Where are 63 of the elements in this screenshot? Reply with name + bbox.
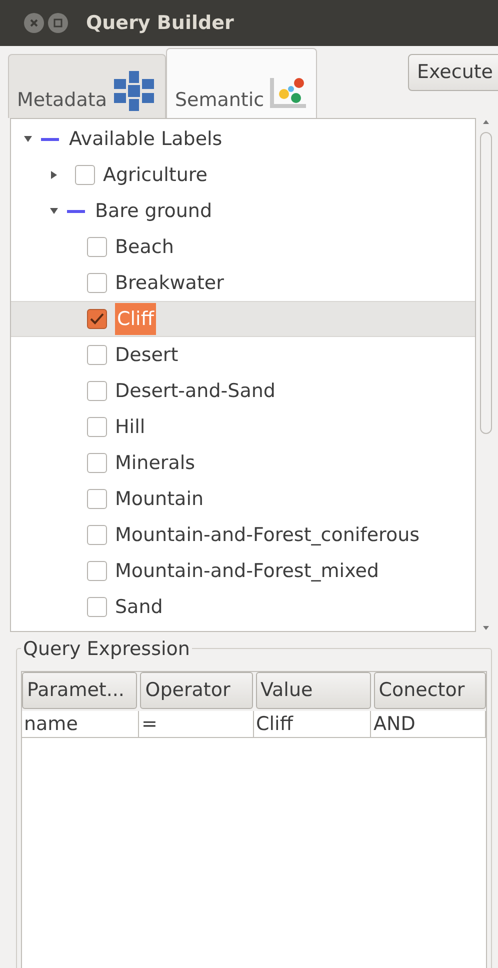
- checkbox[interactable]: [75, 165, 95, 185]
- checkbox[interactable]: [87, 561, 107, 581]
- tree-label: Mountain: [115, 486, 204, 512]
- tab[interactable]: Metadata: [8, 54, 166, 118]
- window-title: Query Builder: [86, 10, 234, 36]
- table-cell: =: [139, 710, 254, 736]
- close-button[interactable]: [24, 13, 44, 33]
- checkbox[interactable]: [87, 273, 107, 293]
- tree-row[interactable]: Available Labels: [11, 121, 475, 157]
- tree-label: Beach: [115, 234, 174, 260]
- close-icon: [29, 18, 39, 28]
- checkbox[interactable]: [87, 489, 107, 509]
- tree-row[interactable]: Desert-and-Sand: [11, 373, 475, 409]
- checkbox[interactable]: [87, 453, 107, 473]
- tree-label: Mountain-and-Forest_coniferous: [115, 522, 420, 548]
- collapse-arrow-icon[interactable]: [23, 135, 33, 143]
- tree-row[interactable]: Sand: [11, 589, 475, 625]
- checkbox[interactable]: [87, 345, 107, 365]
- checkbox[interactable]: [87, 309, 107, 329]
- execute-button[interactable]: Execute: [408, 54, 498, 90]
- table-cell: AND: [371, 710, 486, 736]
- expand-arrow-icon[interactable]: [50, 170, 58, 180]
- tree-row[interactable]: Breakwater: [11, 265, 475, 301]
- tree-label: Sand: [115, 594, 163, 620]
- table-cell: name: [22, 710, 140, 736]
- tree-label: Hill: [115, 414, 146, 440]
- scrollbar[interactable]: [478, 118, 494, 632]
- tree-label: Desert: [115, 342, 178, 368]
- checkbox[interactable]: [87, 597, 107, 617]
- tree-label: Desert-and-Sand: [115, 378, 276, 404]
- tree-label: Cliff: [115, 302, 156, 336]
- column-header[interactable]: Operator: [140, 672, 252, 708]
- tree-row[interactable]: Mountain-and-Forest_mixed: [11, 553, 475, 589]
- tree-label: Minerals: [115, 450, 196, 476]
- tree-label: Available Labels: [69, 126, 222, 152]
- column-header[interactable]: Conector: [374, 672, 486, 708]
- maximize-icon: [53, 18, 63, 28]
- tree-row[interactable]: Mountain: [11, 481, 475, 517]
- maximize-button[interactable]: [48, 13, 68, 33]
- tab[interactable]: Semantic: [166, 48, 318, 118]
- checkbox[interactable]: [87, 381, 107, 401]
- tree-row[interactable]: Bare ground: [11, 193, 475, 229]
- column-header[interactable]: Paramet...: [22, 672, 138, 708]
- scroll-down-arrow-icon[interactable]: [481, 624, 491, 632]
- tree-row[interactable]: Hill: [11, 409, 475, 445]
- tree-label: Breakwater: [115, 270, 224, 296]
- tree-row[interactable]: Beach: [11, 229, 475, 265]
- checkbox[interactable]: [87, 237, 107, 257]
- collapse-arrow-icon[interactable]: [49, 207, 59, 215]
- dash-icon: [41, 138, 59, 140]
- tree-label: Agriculture: [103, 162, 208, 188]
- checkbox[interactable]: [87, 525, 107, 545]
- dash-icon: [67, 210, 85, 212]
- tree-row[interactable]: Mountain-and-Forest_coniferous: [11, 517, 475, 553]
- scroll-up-arrow-icon[interactable]: [481, 118, 491, 126]
- tree-row[interactable]: Minerals: [11, 445, 475, 481]
- tree-row[interactable]: Desert: [11, 337, 475, 373]
- tree-label: Bare ground: [95, 198, 212, 224]
- column-header[interactable]: Value: [256, 672, 371, 708]
- checkbox[interactable]: [87, 417, 107, 437]
- table-cell: Cliff: [254, 710, 372, 736]
- tree-label: Mountain-and-Forest_mixed: [115, 558, 379, 584]
- tree-row[interactable]: Agriculture: [11, 157, 475, 193]
